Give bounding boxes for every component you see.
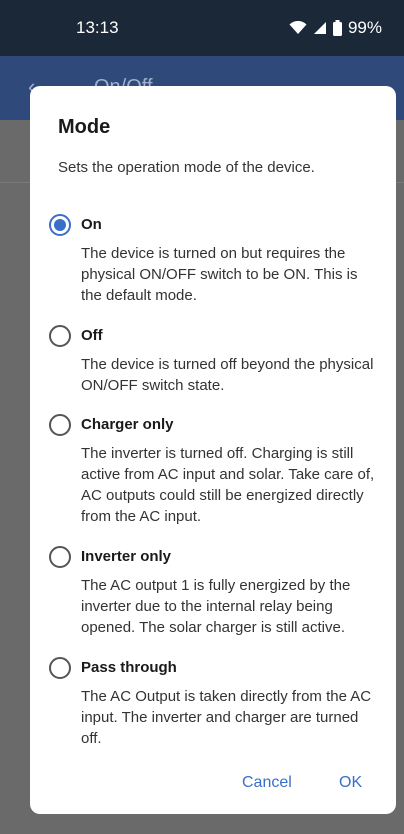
option-label: Off bbox=[81, 327, 103, 344]
radio-off[interactable] bbox=[49, 325, 71, 347]
battery-icon bbox=[332, 20, 342, 36]
option-label: Inverter only bbox=[81, 548, 172, 565]
dialog-title: Mode bbox=[58, 116, 111, 138]
option-description: The AC Output is taken directly from the… bbox=[81, 688, 372, 747]
option-description: The device is turned on but requires the… bbox=[81, 245, 358, 304]
option-description: The device is turned off beyond the phys… bbox=[81, 356, 374, 394]
option-description: The inverter is turned off. Charging is … bbox=[81, 445, 375, 525]
radio-pass-through[interactable] bbox=[49, 657, 71, 679]
dialog-actions: Cancel OK bbox=[30, 774, 396, 804]
option-description: The AC output 1 is fully energized by th… bbox=[81, 577, 351, 636]
status-icons: 99% bbox=[289, 18, 382, 38]
signal-icon bbox=[313, 22, 326, 34]
radio-inverter-only[interactable] bbox=[49, 546, 71, 568]
battery-percent: 99% bbox=[347, 18, 382, 37]
cancel-button[interactable]: Cancel bbox=[242, 774, 292, 792]
mode-dialog: Mode Sets the operation mode of the devi… bbox=[30, 86, 396, 814]
option-label: Charger only bbox=[81, 416, 174, 433]
radio-charger-only[interactable] bbox=[49, 414, 71, 436]
wifi-icon bbox=[289, 21, 307, 34]
dialog-description: Sets the operation mode of the device. bbox=[58, 159, 315, 176]
option-label: Pass through bbox=[81, 659, 177, 676]
option-label: On bbox=[81, 216, 102, 233]
status-bar: 13:13 99% bbox=[0, 0, 404, 56]
ok-button[interactable]: OK bbox=[339, 774, 362, 792]
status-time: 13:13 bbox=[76, 18, 119, 37]
radio-on[interactable] bbox=[49, 214, 71, 236]
